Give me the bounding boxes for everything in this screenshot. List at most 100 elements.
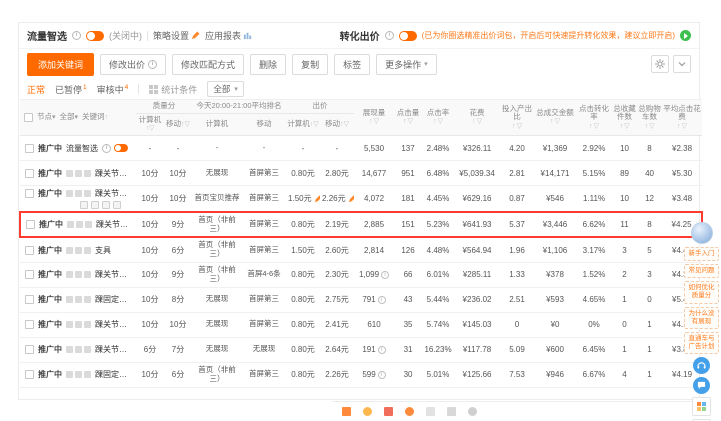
copy-button[interactable]: 复制	[292, 53, 329, 75]
keyword-action-icons[interactable]	[66, 371, 91, 379]
sort-filter-icons[interactable]: ↑▽	[577, 123, 611, 131]
help-chip[interactable]: 新手入门	[684, 247, 719, 262]
smart-traffic-row-toggle[interactable]	[114, 144, 128, 153]
keyword-action-icons[interactable]	[66, 296, 91, 304]
cart-icon[interactable]	[405, 407, 414, 416]
keyword-text[interactable]: 踝关节固定	[95, 319, 134, 330]
bid-pc-cell[interactable]: 1.50元	[286, 185, 321, 213]
bid-pc-cell[interactable]: 0.80元	[286, 287, 321, 313]
select-all-checkbox[interactable]	[24, 113, 33, 123]
bid-pc-cell[interactable]: 0.80元	[286, 312, 321, 338]
bid-pc-cell[interactable]: 0.80元	[286, 160, 321, 187]
keyword-text[interactable]: 踝关节支具固定	[95, 188, 134, 199]
row-checkbox[interactable]	[26, 220, 35, 230]
column-settings-button[interactable]	[651, 55, 669, 73]
keyword-tag-icons[interactable]	[22, 199, 134, 210]
keyword-text[interactable]: 踝关节固定器	[95, 168, 134, 179]
row-checkbox[interactable]	[25, 189, 34, 199]
col-header-ctr[interactable]: 点击率 ↑▽	[422, 98, 455, 137]
tab-in-review[interactable]: 审核中4	[97, 83, 129, 96]
bid-pc-cell[interactable]: 0.80元	[286, 262, 321, 288]
bid-pc-cell[interactable]: 0.80元	[286, 362, 321, 388]
sort-filter-icons[interactable]: ↑▽	[638, 123, 661, 131]
help-chip[interactable]: 为什么没有展现	[684, 306, 719, 329]
home-icon[interactable]	[342, 407, 351, 416]
keyword-text[interactable]: 踝固定支具	[95, 294, 134, 305]
collapse-button[interactable]	[673, 55, 691, 73]
bid-mobile-cell[interactable]: 2.80元	[320, 160, 355, 187]
info-icon[interactable]	[72, 31, 81, 40]
apps-grid-icon[interactable]	[692, 397, 711, 416]
scope-select[interactable]: 全部 ▾	[207, 81, 244, 97]
keyword-action-icons[interactable]	[66, 190, 91, 198]
bid-mobile-cell[interactable]: 2.64元	[320, 337, 355, 363]
node-filter[interactable]: 节点▾	[37, 112, 56, 122]
bid-mobile-cell[interactable]: 2.41元	[320, 312, 355, 338]
tab-normal[interactable]: 正常	[27, 83, 45, 96]
delete-button[interactable]: 删除	[250, 53, 287, 75]
info-icon[interactable]	[384, 31, 394, 40]
col-header-cpc[interactable]: 平均点击花费 ↑▽	[662, 98, 703, 137]
sort-filter-icons[interactable]: ↑▽	[395, 118, 421, 126]
row-checkbox[interactable]	[25, 370, 34, 380]
tab-paused[interactable]: 已暂停1	[55, 83, 87, 96]
bid-mobile-cell[interactable]: 2.60元	[320, 237, 355, 263]
keyword-action-icons[interactable]	[66, 169, 91, 177]
bid-mobile-cell[interactable]: 2.75元	[320, 287, 355, 313]
more-actions-button[interactable]: 更多操作 ▾	[376, 53, 437, 75]
col-header-roi[interactable]: 投入产出比 ↑▽	[500, 98, 535, 137]
col-header-gmv[interactable]: 总成交金额 ↑▽	[534, 98, 577, 137]
keyword-text[interactable]: 踝关节固定支具	[96, 219, 134, 230]
col-header-favorites[interactable]: 总收藏件数 ↑▽	[612, 98, 638, 137]
chat-icon[interactable]	[693, 377, 710, 394]
all-filter[interactable]: 全部▾	[60, 112, 79, 122]
conversion-bid-toggle[interactable]	[398, 30, 417, 41]
bid-mobile-cell[interactable]: -	[320, 135, 355, 162]
row-checkbox[interactable]	[25, 168, 34, 178]
smart-traffic-toggle[interactable]	[86, 30, 104, 41]
keyword-text[interactable]: 踝固定支架	[95, 369, 134, 380]
sort-filter-icons[interactable]: ↑▽	[663, 123, 701, 131]
row-checkbox[interactable]	[25, 143, 34, 153]
assistant-avatar[interactable]	[690, 222, 713, 244]
bid-pc-cell[interactable]: 0.80元	[286, 337, 321, 363]
col-header-impressions[interactable]: 展现量 ↑▽	[354, 98, 395, 137]
keyword-text[interactable]: 支具	[95, 245, 111, 256]
keyword-action-icons[interactable]	[66, 321, 91, 329]
row-checkbox[interactable]	[25, 345, 34, 355]
col-header-clicks[interactable]: 点击量 ↑▽	[394, 98, 423, 137]
keyword-action-icons[interactable]	[67, 221, 92, 229]
subcol-bid-mobile[interactable]: 移动↑▽	[320, 112, 355, 137]
col-header-cost[interactable]: 花费 ↑▽	[454, 98, 501, 137]
sort-filter-icons[interactable]: ↑▽	[455, 118, 499, 126]
edit-bid-icon[interactable]	[348, 195, 355, 203]
enable-now-icon[interactable]	[680, 30, 691, 41]
bid-mobile-cell[interactable]: 2.26元	[320, 362, 355, 388]
strategy-settings-link[interactable]: 策略设置	[153, 29, 200, 42]
low-impression-icon[interactable]	[377, 296, 386, 305]
low-impression-icon[interactable]	[377, 346, 386, 355]
edit-bid-icon[interactable]	[314, 195, 321, 203]
apply-report-link[interactable]: 应用报表	[205, 29, 252, 42]
headset-icon[interactable]	[693, 357, 710, 374]
low-impression-icon[interactable]	[381, 271, 390, 280]
doc-icon[interactable]	[447, 407, 456, 416]
tag-button[interactable]: 标签	[334, 53, 371, 75]
chart-icon[interactable]	[384, 407, 393, 416]
keyword-action-icons[interactable]	[66, 271, 91, 279]
modify-bid-button[interactable]: 修改出价	[100, 53, 167, 75]
modify-match-mode-button[interactable]: 修改匹配方式	[172, 53, 245, 75]
keyword-text[interactable]: 踝关节护具	[95, 269, 134, 280]
subcol-bid-pc[interactable]: 计算机↑▽	[286, 112, 321, 137]
sort-filter-icons[interactable]: ↑▽	[535, 118, 575, 126]
keyword-sort[interactable]: 关键词↑	[82, 112, 108, 122]
sort-filter-icons[interactable]: ↑▽	[613, 123, 636, 131]
keyword-text[interactable]: 踝关节扭伤支具	[95, 344, 134, 355]
bid-pc-cell[interactable]: -	[286, 135, 321, 162]
keyword-text[interactable]: 流量智选	[66, 143, 98, 154]
sort-filter-icons[interactable]: ↑▽	[355, 118, 393, 126]
add-keyword-button[interactable]: 添加关键词	[27, 52, 95, 76]
keyword-action-icons[interactable]	[66, 246, 91, 254]
bid-pc-cell[interactable]: 1.50元	[286, 237, 321, 263]
row-checkbox[interactable]	[25, 270, 34, 280]
